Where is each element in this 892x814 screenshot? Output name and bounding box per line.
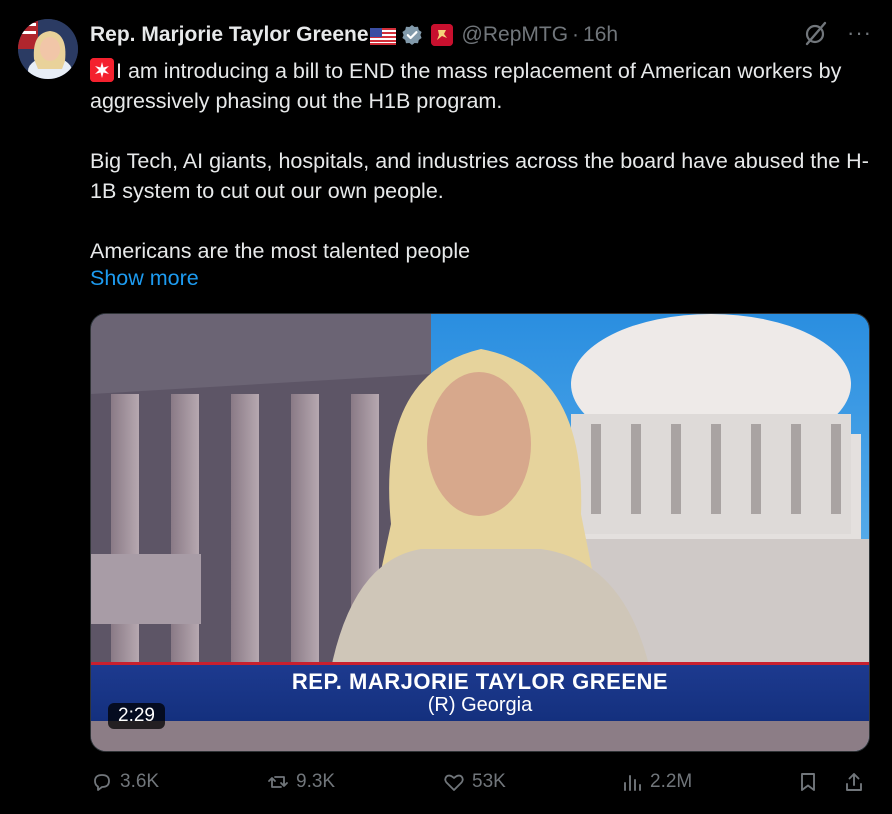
- like-icon: [444, 774, 464, 791]
- reply-icon: [94, 774, 110, 791]
- paragraph-1-text: I am introducing a bill to END the mass …: [90, 59, 842, 113]
- action-bar: 3.6K 9.3K 53K 2.2M: [90, 770, 868, 800]
- separator-dot: ·: [572, 23, 580, 46]
- tweet-text: I am introducing a bill to END the mass …: [90, 56, 870, 266]
- bookmark-icon: [801, 773, 815, 791]
- repost-count: 9.3K: [296, 771, 336, 792]
- more-options-button[interactable]: ···: [847, 22, 872, 44]
- views-count: 2.2M: [650, 771, 693, 792]
- views-button[interactable]: 2.2M: [620, 770, 692, 794]
- show-more-link[interactable]: Show more: [90, 266, 199, 291]
- author-handle[interactable]: @RepMTG: [462, 23, 569, 47]
- tweet-header: Rep. Marjorie Taylor Greene @RepMTG · 16…: [90, 20, 872, 50]
- share-button[interactable]: [842, 770, 866, 794]
- header-actions: ···: [803, 20, 872, 46]
- like-button[interactable]: 53K: [442, 770, 506, 794]
- lower-third-banner: REP. MARJORIE TAYLOR GREENE (R) Georgia: [91, 662, 869, 721]
- grok-icon[interactable]: [803, 20, 829, 46]
- reply-count: 3.6K: [120, 771, 160, 792]
- tweet-timestamp[interactable]: 16h: [583, 23, 618, 47]
- author-name[interactable]: Rep. Marjorie Taylor Greene: [90, 23, 369, 47]
- avatar[interactable]: [18, 19, 78, 79]
- reply-button[interactable]: 3.6K: [90, 770, 159, 794]
- repost-button[interactable]: 9.3K: [266, 770, 335, 794]
- flag-usa-icon: [369, 27, 396, 45]
- video-player[interactable]: REP. MARJORIE TAYLOR GREENE (R) Georgia …: [90, 313, 870, 752]
- bookmark-button[interactable]: [796, 770, 820, 794]
- lower-third-subtitle: (R) Georgia: [427, 694, 533, 716]
- tweet-paragraph-2: Big Tech, AI giants, hospitals, and indu…: [90, 149, 869, 203]
- views-icon: [624, 775, 641, 791]
- tweet-paragraph-3: Americans are the most talented people: [90, 239, 471, 263]
- video-duration: 2:29: [108, 703, 165, 729]
- affiliate-badge-icon[interactable]: [430, 24, 453, 46]
- avatar-image: [18, 19, 78, 79]
- siren-emoji-icon: [90, 58, 114, 82]
- verified-badge-icon[interactable]: [401, 24, 423, 46]
- repost-icon: [268, 776, 288, 788]
- lower-third-name: REP. MARJORIE TAYLOR GREENE: [291, 669, 669, 694]
- tweet-paragraph-1: I am introducing a bill to END the mass …: [90, 56, 870, 116]
- like-count: 53K: [472, 771, 506, 792]
- share-icon: [846, 773, 862, 791]
